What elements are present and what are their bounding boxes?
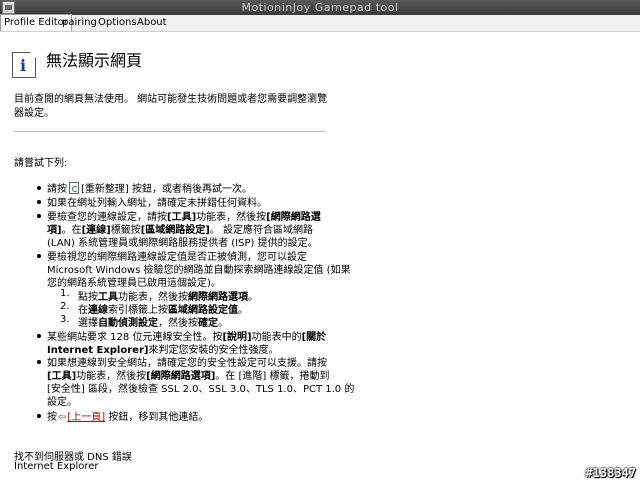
list-item-back: 按⇦[上一頁] 按鈕，移到其他連結。 (47, 412, 209, 423)
bullet (37, 360, 41, 364)
intro-line-1: 目前查閱的網頁無法使用。 網站可能發生技術問題或者您需要調整瀏覽 (14, 94, 328, 105)
back-link[interactable]: [上一頁] (67, 412, 105, 423)
menu-options[interactable]: Options (95, 15, 140, 31)
title-bar: MotioninJoy Gamepad tool (0, 0, 640, 15)
list-item-refresh: 請按 [重新整理] 按鈕，或者稍後再試一次。 (47, 182, 252, 195)
browser-error-page: i 無法顯示網頁 目前查閱的網頁無法使用。 網站可能發生技術問題或者您需要調整瀏… (0, 32, 640, 481)
info-icon: i (12, 52, 36, 78)
menu-about[interactable]: About (134, 15, 170, 31)
list-item-address: 如果在網址列輸入網址，請確定未拼錯任何資料。 (47, 198, 267, 209)
divider (14, 131, 325, 132)
bullet (37, 200, 41, 204)
step-number: 2. (60, 301, 70, 312)
window-title: MotioninJoy Gamepad tool (241, 1, 399, 14)
step-number: 1. (60, 288, 70, 299)
bullet (37, 334, 41, 338)
page-title: 無法顯示網頁 (46, 51, 143, 70)
step-number: 3. (60, 314, 70, 325)
footer-browser: Internet Explorer (14, 461, 99, 472)
menu-pairing[interactable]: pairing (59, 15, 100, 31)
bullet (37, 214, 41, 218)
bullet (37, 186, 41, 190)
refresh-icon (69, 182, 79, 194)
intro-line-2: 器設定。 (14, 108, 54, 119)
try-label: 請嘗試下列: (14, 158, 68, 169)
back-arrow-icon: ⇦ (58, 412, 67, 423)
step-3: 選擇自動偵測設定，然後按確定。 (78, 318, 228, 329)
menu-bar: Profile Editor pairing Options About (0, 14, 640, 32)
list-item-ssl-3: [安全性] 區段，然後檢查 SSL 2.0、SSL 3.0、TLS 1.0、PC… (47, 384, 355, 395)
list-item-connection-3: (LAN) 系統管理員或網際網路服務提供者 (ISP) 提供的設定。 (47, 238, 318, 249)
bullet (37, 414, 41, 418)
bullet (37, 254, 41, 258)
watermark: #138347 (585, 466, 636, 480)
list-item-detect-3: 您的網路系統管理員已啟用這個設定)。 (47, 278, 221, 289)
app-window: MotioninJoy Gamepad tool Profile Editor … (0, 0, 640, 481)
list-item-ssl-4: 設定。 (47, 397, 77, 408)
